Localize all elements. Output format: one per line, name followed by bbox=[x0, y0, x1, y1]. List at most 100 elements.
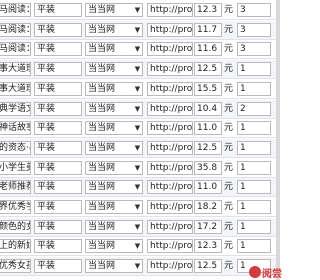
seller-select[interactable]: 当当网 ▼ bbox=[85, 121, 143, 136]
product-url-field[interactable]: http://product bbox=[147, 200, 193, 214]
seller-select[interactable]: 当当网 ▼ bbox=[85, 3, 143, 17]
price-field[interactable]: 12.5 bbox=[194, 62, 222, 77]
price-field[interactable]: 11.7 bbox=[194, 22, 222, 37]
binding-field[interactable]: 平装 bbox=[34, 140, 82, 155]
book-title-field[interactable]: 颜色的女孩 bbox=[0, 219, 31, 234]
price-field[interactable]: 15.5 bbox=[194, 81, 222, 96]
quantity-field[interactable]: 1 bbox=[237, 140, 271, 155]
binding-field[interactable]: 平装 bbox=[34, 42, 82, 57]
price-field[interactable]: 18.2 bbox=[194, 200, 222, 214]
chevron-down-icon[interactable]: ▼ bbox=[133, 221, 142, 233]
seller-select[interactable]: 当当网 ▼ bbox=[85, 62, 143, 77]
quantity-field[interactable]: 1 bbox=[237, 160, 271, 175]
chevron-down-icon[interactable]: ▼ bbox=[133, 162, 142, 174]
product-url-field[interactable]: http://product bbox=[147, 239, 193, 254]
product-url-field[interactable]: http://product bbox=[147, 101, 193, 116]
book-title-field[interactable]: 马阅读：小 bbox=[0, 42, 31, 57]
seller-select[interactable]: 当当网 ▼ bbox=[85, 81, 143, 96]
chevron-down-icon[interactable]: ▼ bbox=[133, 83, 142, 95]
quantity-field[interactable]: 1 bbox=[237, 219, 271, 234]
binding-field[interactable]: 平装 bbox=[34, 101, 82, 116]
quantity-field[interactable]: 1 bbox=[237, 200, 271, 214]
binding-field[interactable]: 平装 bbox=[34, 259, 82, 274]
book-title-field[interactable]: 优秀女孩的 bbox=[0, 259, 31, 274]
quantity-field[interactable]: 1 bbox=[237, 180, 271, 195]
product-url-field[interactable]: http://product bbox=[147, 140, 193, 155]
product-url-field[interactable]: http://product bbox=[147, 219, 193, 234]
book-title-field[interactable]: 小学生美文 bbox=[0, 160, 31, 175]
chevron-down-icon[interactable]: ▼ bbox=[133, 63, 142, 75]
quantity-field[interactable]: 2 bbox=[237, 101, 271, 116]
book-title-field[interactable]: 事大道理 bbox=[0, 62, 31, 77]
product-url-field[interactable]: http://product bbox=[147, 62, 193, 77]
binding-field[interactable]: 平装 bbox=[34, 22, 82, 37]
binding-field[interactable]: 平装 bbox=[34, 160, 82, 175]
seller-select[interactable]: 当当网 ▼ bbox=[85, 239, 143, 254]
chevron-down-icon[interactable]: ▼ bbox=[133, 181, 142, 193]
quantity-field[interactable]: 1 bbox=[237, 62, 271, 77]
product-url-field[interactable]: http://product bbox=[147, 259, 193, 274]
price-field[interactable]: 12.3 bbox=[194, 239, 222, 254]
binding-field[interactable]: 平装 bbox=[34, 200, 82, 214]
price-field[interactable]: 12.5 bbox=[194, 140, 222, 155]
seller-select[interactable]: 当当网 ▼ bbox=[85, 219, 143, 234]
binding-field[interactable]: 平装 bbox=[34, 219, 82, 234]
book-title-field[interactable]: 马阅读：小 bbox=[0, 22, 31, 37]
chevron-down-icon[interactable]: ▼ bbox=[133, 240, 142, 252]
seller-select[interactable]: 当当网 ▼ bbox=[85, 200, 143, 214]
book-title-field[interactable]: 事大道理彩 bbox=[0, 81, 31, 96]
product-url-field[interactable]: http://product bbox=[147, 22, 193, 37]
chevron-down-icon[interactable]: ▼ bbox=[133, 24, 142, 36]
quantity-field[interactable]: 1 bbox=[237, 121, 271, 136]
chevron-down-icon[interactable]: ▼ bbox=[133, 4, 142, 16]
binding-field[interactable]: 平装 bbox=[34, 121, 82, 136]
book-title-field[interactable]: 神话故事 bbox=[0, 121, 31, 136]
seller-select[interactable]: 当当网 ▼ bbox=[85, 101, 143, 116]
seller-select[interactable]: 当当网 ▼ bbox=[85, 160, 143, 175]
book-title-field[interactable]: 上的新娘 bbox=[0, 239, 31, 254]
price-field[interactable]: 10.4 bbox=[194, 101, 222, 116]
chevron-down-icon[interactable]: ▼ bbox=[133, 260, 142, 272]
price-field[interactable]: 11.6 bbox=[194, 42, 222, 57]
binding-field[interactable]: 平装 bbox=[34, 81, 82, 96]
currency-label: 元 bbox=[224, 123, 234, 134]
book-title-field[interactable]: 马阅读：小 bbox=[0, 3, 31, 17]
binding-field[interactable]: 平装 bbox=[34, 180, 82, 195]
seller-select[interactable]: 当当网 ▼ bbox=[85, 42, 143, 57]
chevron-down-icon[interactable]: ▼ bbox=[133, 201, 142, 213]
binding-field[interactable]: 平装 bbox=[34, 239, 82, 254]
product-url-field[interactable]: http://product bbox=[147, 121, 193, 136]
product-url-field[interactable]: http://product bbox=[147, 81, 193, 96]
price-field[interactable]: 12.5 bbox=[194, 259, 222, 274]
book-title-field[interactable]: 的资态·小 bbox=[0, 140, 31, 155]
scrollbar[interactable] bbox=[276, 0, 280, 280]
quantity-field[interactable]: 1 bbox=[237, 81, 271, 96]
book-title-field[interactable]: 界优秀学生 bbox=[0, 200, 31, 214]
quantity-field[interactable]: 3 bbox=[237, 22, 271, 37]
seller-select[interactable]: 当当网 ▼ bbox=[85, 259, 143, 274]
seller-select[interactable]: 当当网 ▼ bbox=[85, 22, 143, 37]
product-url-field[interactable]: http://product bbox=[147, 3, 193, 17]
seller-select[interactable]: 当当网 ▼ bbox=[85, 140, 143, 155]
binding-field[interactable]: 平装 bbox=[34, 62, 82, 77]
quantity-field[interactable]: 3 bbox=[237, 3, 271, 17]
binding-field[interactable]: 平装 bbox=[34, 3, 82, 17]
book-title-field[interactable]: 老师推荐的 bbox=[0, 180, 31, 195]
price-field[interactable]: 12.3 bbox=[194, 3, 222, 17]
price-field[interactable]: 35.8 bbox=[194, 160, 222, 175]
seller-select[interactable]: 当当网 ▼ bbox=[85, 180, 143, 195]
product-url-field[interactable]: http://product bbox=[147, 42, 193, 57]
chevron-down-icon[interactable]: ▼ bbox=[133, 142, 142, 154]
book-title-field[interactable]: 典学语文 bbox=[0, 101, 31, 116]
chevron-down-icon[interactable]: ▼ bbox=[133, 103, 142, 115]
price-field[interactable]: 11.0 bbox=[194, 180, 222, 195]
product-url-field[interactable]: http://product bbox=[147, 160, 193, 175]
price-field[interactable]: 11.0 bbox=[194, 121, 222, 136]
quantity-field[interactable]: 1 bbox=[237, 239, 271, 254]
price-field[interactable]: 17.2 bbox=[194, 219, 222, 234]
currency-label: 元 bbox=[224, 24, 234, 35]
chevron-down-icon[interactable]: ▼ bbox=[133, 43, 142, 55]
quantity-field[interactable]: 3 bbox=[237, 42, 271, 57]
chevron-down-icon[interactable]: ▼ bbox=[133, 122, 142, 134]
product-url-field[interactable]: http://product bbox=[147, 180, 193, 195]
